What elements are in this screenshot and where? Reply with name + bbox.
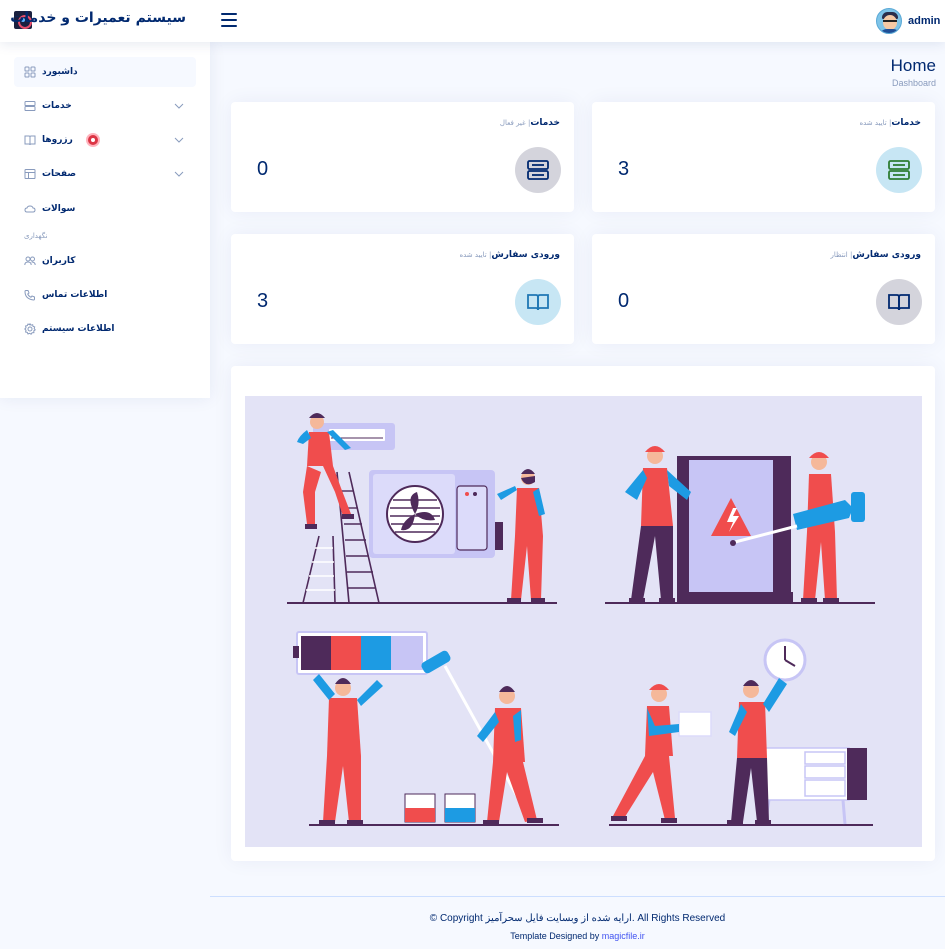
book-icon	[876, 279, 922, 325]
cloud-icon	[24, 205, 36, 213]
server-icon	[876, 147, 922, 193]
card-orders-pending: ورودی سفارش| انتظار 0	[592, 234, 935, 344]
card-title: ورودی سفارش| انتظار	[830, 250, 921, 260]
chevron-down-icon[interactable]	[174, 135, 184, 145]
sidebar-item-label: صفحات	[42, 169, 77, 179]
credits-link[interactable]: magicfile.ir	[602, 931, 645, 941]
server-icon	[515, 147, 561, 193]
card-services-approved: خدمات| تایید شده 3	[592, 102, 935, 212]
sidebar-item-users[interactable]: کاربران	[14, 246, 196, 276]
card-value: 3	[257, 290, 269, 312]
sidebar-item-label: رزروها	[42, 135, 73, 145]
notification-badge	[86, 133, 100, 147]
card-title: خدمات| تایید شده	[859, 118, 921, 128]
card-value: 3	[618, 158, 630, 180]
sidebar-item-system-info[interactable]: اطلاعات سیستم	[14, 314, 196, 344]
page-title: Home	[890, 56, 936, 75]
card-title: خدمات| غیر فعال	[499, 118, 560, 128]
layout-icon	[24, 169, 36, 179]
gear-icon	[24, 323, 36, 335]
sidebar-item-dashboard[interactable]: داشبورد	[14, 57, 196, 87]
sidebar-item-services[interactable]: خدمات	[14, 91, 196, 121]
credits-text: Template Designed by magicfile.ir	[510, 931, 645, 941]
top-header: سیستم تعمیرات و خدمات admin ▾	[0, 0, 945, 42]
card-services-inactive: خدمات| غیر فعال 0	[231, 102, 574, 212]
sidebar-item-label: اطلاعات تماس	[42, 290, 108, 300]
sidebar-item-label: کاربران	[42, 256, 76, 266]
sidebar: داشبورد خدمات رزروها صفحات سوالات نگهدار…	[0, 42, 210, 398]
sidebar-item-pages[interactable]: صفحات	[14, 159, 196, 189]
chevron-down-icon[interactable]	[174, 101, 184, 111]
chevron-down-icon[interactable]	[174, 169, 184, 179]
card-value: 0	[257, 158, 269, 180]
brand-title[interactable]: سیستم تعمیرات و خدمات	[10, 10, 186, 26]
sidebar-heading: نگهداری	[24, 232, 48, 240]
username[interactable]: admin	[908, 15, 940, 27]
card-orders-approved: ورودی سفارش| تایید شده 3	[231, 234, 574, 344]
book-icon	[515, 279, 561, 325]
sidebar-item-label: داشبورد	[42, 67, 78, 77]
book-icon	[24, 135, 36, 146]
grid-icon	[24, 66, 36, 78]
user-menu[interactable]: admin ▾	[876, 8, 945, 34]
avatar[interactable]	[876, 8, 902, 34]
card-value: 0	[618, 290, 630, 312]
sidebar-item-contact[interactable]: اطلاعات تماس	[14, 280, 196, 310]
phone-icon	[24, 290, 35, 301]
sidebar-item-label: اطلاعات سیستم	[42, 324, 115, 334]
card-title: ورودی سفارش| تایید شده	[459, 250, 560, 260]
menu-toggle-icon[interactable]	[221, 13, 237, 27]
people-icon	[24, 256, 36, 266]
illustration-card	[231, 366, 935, 861]
breadcrumb[interactable]: Dashboard	[892, 78, 936, 88]
sidebar-item-questions[interactable]: سوالات	[14, 194, 196, 224]
sidebar-item-label: خدمات	[42, 101, 72, 111]
sidebar-item-label: سوالات	[42, 204, 76, 214]
server-icon	[24, 101, 36, 111]
repair-workers-illustration	[245, 396, 922, 847]
sidebar-item-reservations[interactable]: رزروها	[14, 125, 196, 155]
copyright-text: © Copyright ارایه شده از وبسایت فایل سحر…	[429, 913, 726, 924]
footer: © Copyright ارایه شده از وبسایت فایل سحر…	[210, 896, 945, 949]
